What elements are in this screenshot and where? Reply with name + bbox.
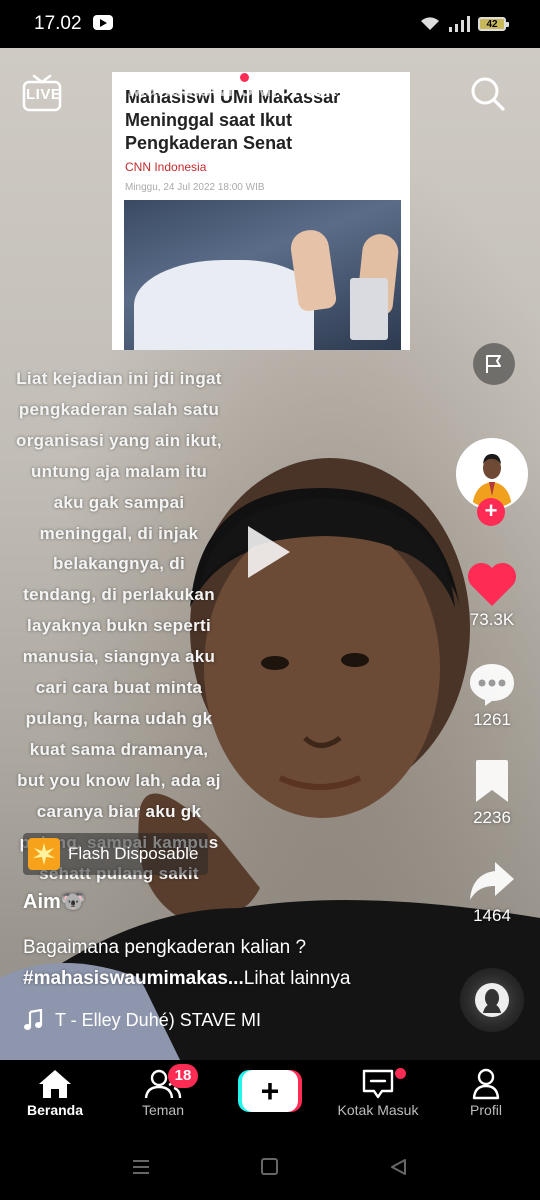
- video-player[interactable]: Mahasiswi UMI Makassar Meninggal saat Ik…: [0, 48, 540, 1060]
- search-icon[interactable]: [468, 74, 506, 112]
- article-photo-sheet: [134, 260, 314, 350]
- youtube-notification-icon: [93, 15, 113, 30]
- signal-icon: [449, 16, 470, 32]
- bottom-navigation: Beranda Teman 18 + Kotak Masuk Profil: [0, 1060, 540, 1140]
- flag-icon: [486, 355, 501, 373]
- music-disc-cover: [475, 983, 509, 1017]
- hashtag-link[interactable]: #mahasiswaumimakas...: [23, 968, 244, 989]
- post-description: Bagaimana pengkaderan kalian ? #mahasisw…: [23, 932, 423, 994]
- status-bar: 17.02 42: [0, 0, 540, 48]
- status-indicators: 42: [420, 14, 509, 34]
- article-photo-tag: [350, 278, 388, 340]
- report-button[interactable]: [473, 343, 515, 385]
- wifi-icon: [421, 17, 439, 30]
- status-time: 17.02: [34, 13, 82, 34]
- music-title: T - Elley Duhé) STAVE MI: [55, 1009, 262, 1030]
- description-line-2: #mahasiswaumimakas...Lihat lainnya: [23, 963, 423, 994]
- share-count: 1464: [473, 906, 511, 925]
- follow-button[interactable]: +: [477, 498, 505, 526]
- effect-tag[interactable]: Flash Disposable: [23, 833, 209, 875]
- effect-label: Flash Disposable: [68, 844, 199, 863]
- tab-for-you[interactable]: Untuk Anda: [277, 78, 394, 102]
- comment-count: 1261: [473, 710, 511, 729]
- plus-icon: +: [242, 1070, 298, 1112]
- description-line: Bagaimana pengkaderan kalian ?: [23, 937, 307, 958]
- nav-inbox-label: Kotak Masuk: [337, 1102, 419, 1118]
- comment-icon: [470, 664, 514, 706]
- creator-username[interactable]: Aim🐨: [23, 889, 86, 914]
- nav-home-label: Beranda: [26, 1102, 84, 1118]
- music-disc[interactable]: [460, 968, 524, 1032]
- music-note-icon: [24, 1009, 43, 1030]
- disc-cover-icon: [483, 989, 501, 1013]
- music-info[interactable]: T - Elley Duhé) STAVE MI: [23, 1006, 298, 1034]
- article-date: Minggu, 24 Jul 2022 18:00 WIB: [125, 182, 265, 193]
- video-caption-overlay: Liat kejadian ini jdi ingat pengkaderan …: [16, 369, 222, 883]
- top-navigation: LIVE LIVE Mahasiswi UMI Untuk Anda: [0, 48, 540, 124]
- active-tab-indicator: [326, 116, 364, 119]
- friends-badge: 18: [168, 1064, 198, 1088]
- battery-icon: 42: [478, 17, 509, 31]
- tab-following[interactable]: Mahasiswi UMI: [128, 78, 277, 102]
- bookmark-icon: [476, 760, 508, 802]
- play-icon[interactable]: [248, 526, 290, 578]
- recent-apps-icon[interactable]: [131, 1157, 151, 1177]
- profile-icon: [472, 1068, 500, 1100]
- save-count: 2236: [473, 808, 511, 827]
- like-count: 73.3K: [469, 610, 515, 629]
- live-text: LIVE: [26, 86, 62, 103]
- save-button[interactable]: 2236: [456, 758, 528, 828]
- inbox-icon: [362, 1069, 394, 1099]
- nav-profile[interactable]: Profil: [431, 1068, 540, 1118]
- tab-notification-dot: [240, 73, 249, 82]
- see-more-link[interactable]: Lihat lainnya: [244, 968, 351, 989]
- inbox-notification-dot: [395, 1068, 406, 1079]
- share-icon: [470, 862, 514, 900]
- share-button[interactable]: 1464: [456, 856, 528, 926]
- system-back-icon[interactable]: [388, 1157, 408, 1177]
- nav-friends[interactable]: Teman 18: [108, 1064, 218, 1118]
- article-photo: [124, 200, 401, 350]
- like-button[interactable]: 73.3K: [456, 560, 528, 630]
- comment-button[interactable]: 1261: [456, 660, 528, 730]
- flash-effect-icon: [28, 838, 60, 870]
- heart-icon: [467, 562, 517, 606]
- home-icon: [39, 1070, 71, 1098]
- create-button[interactable]: +: [238, 1070, 302, 1112]
- nav-home[interactable]: Beranda: [0, 1068, 110, 1118]
- article-source: CNN Indonesia: [125, 160, 207, 174]
- nav-friends-label: Teman: [141, 1102, 185, 1118]
- system-home-icon[interactable]: [261, 1158, 278, 1175]
- nav-inbox[interactable]: Kotak Masuk: [323, 1068, 433, 1118]
- nav-profile-label: Profil: [470, 1102, 502, 1118]
- system-navigation-bar: [0, 1140, 540, 1200]
